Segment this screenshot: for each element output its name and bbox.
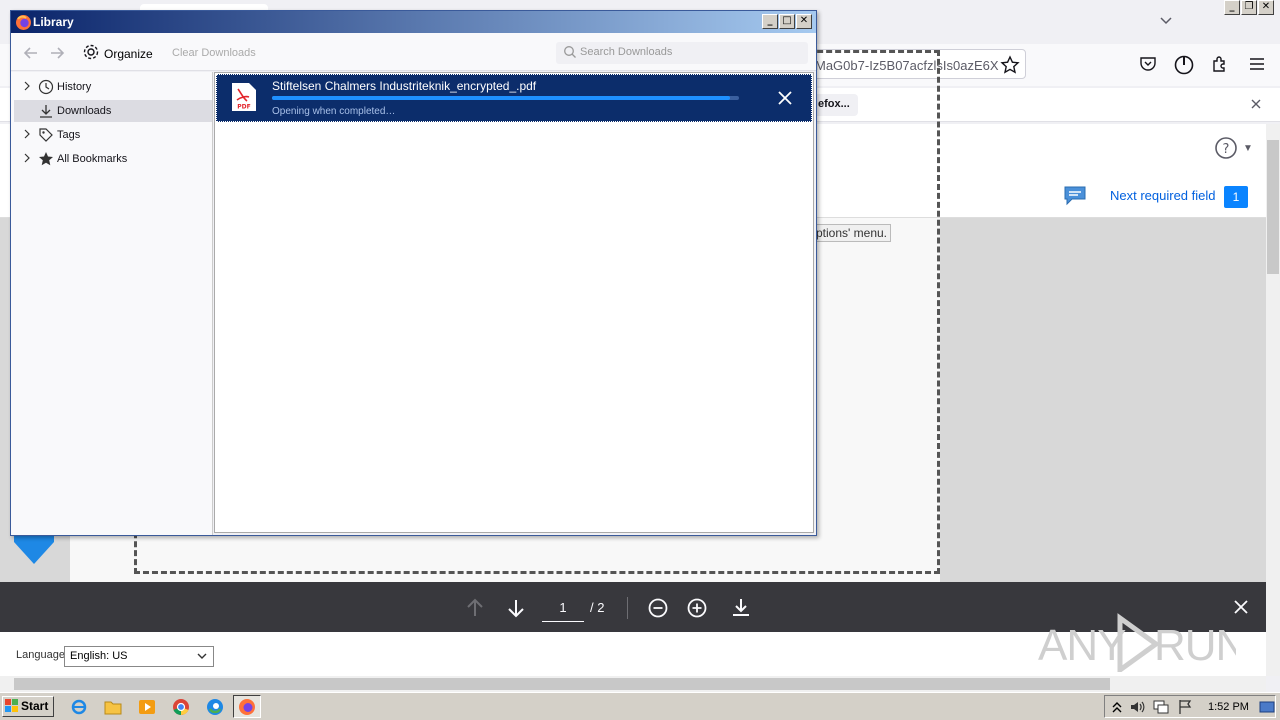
- sidebar-item-label: History: [57, 81, 92, 93]
- svg-text:ANY: ANY: [1038, 621, 1126, 670]
- horizontal-scrollbar-thumb[interactable]: [14, 678, 1110, 690]
- firefox-icon: [238, 698, 256, 716]
- library-maximize-button[interactable]: □: [779, 14, 795, 29]
- comment-icon[interactable]: [1062, 184, 1088, 206]
- minimize-button[interactable]: _: [1224, 0, 1240, 15]
- watermark-logo: ANY RUN: [1036, 612, 1247, 675]
- clear-downloads-button[interactable]: Clear Downloads: [172, 47, 256, 59]
- tab-list-chevron-icon[interactable]: [1158, 12, 1174, 28]
- action-center-flag-icon[interactable]: [1176, 698, 1194, 716]
- page-total-label: / 2: [590, 600, 605, 615]
- page-number-input[interactable]: 1: [542, 596, 584, 622]
- taskbar-clock[interactable]: 1:52 PM: [1208, 701, 1249, 713]
- sidebar-item-downloads[interactable]: Downloads: [14, 100, 212, 122]
- sidebar-item-tags[interactable]: Tags: [14, 124, 212, 146]
- show-hidden-icons-icon[interactable]: [1110, 698, 1128, 716]
- next-page-icon[interactable]: [504, 596, 528, 620]
- organize-button[interactable]: Organize: [104, 47, 153, 61]
- notification-close-icon[interactable]: [1248, 96, 1264, 112]
- taskbar: [0, 692, 1280, 720]
- volume-icon[interactable]: [1128, 698, 1146, 716]
- download-filename: Stiftelsen Chalmers Industriteknik_encry…: [272, 79, 537, 93]
- required-field-count-badge: 1: [1224, 186, 1248, 208]
- internet-explorer-icon[interactable]: [70, 698, 88, 716]
- sidebar-item-all-bookmarks[interactable]: All Bookmarks: [14, 148, 212, 170]
- language-label: Language: [16, 649, 65, 661]
- bookmark-star-icon[interactable]: [1000, 55, 1020, 75]
- restore-button[interactable]: ❐: [1241, 0, 1257, 15]
- forward-arrow-icon[interactable]: [48, 44, 66, 62]
- language-select-value: English: US: [70, 650, 128, 662]
- windows-logo-icon: [5, 699, 19, 713]
- language-select[interactable]: English: US: [64, 646, 214, 667]
- pdf-icon-label: PDF: [237, 104, 250, 111]
- edge-icon[interactable]: [206, 698, 224, 716]
- gear-icon[interactable]: [82, 43, 100, 61]
- sidebar-item-label: Downloads: [57, 105, 112, 117]
- search-icon: [563, 45, 577, 59]
- firefox-icon: [15, 14, 32, 31]
- library-close-button[interactable]: ✕: [796, 14, 812, 29]
- expand-arrow-icon[interactable]: [22, 153, 32, 163]
- expand-arrow-icon[interactable]: [22, 129, 32, 139]
- download-pdf-icon[interactable]: [729, 596, 753, 620]
- media-player-icon[interactable]: [138, 698, 156, 716]
- cancel-download-icon[interactable]: [776, 89, 794, 107]
- zoom-out-icon[interactable]: [646, 596, 670, 620]
- back-arrow-icon[interactable]: [22, 44, 40, 62]
- extensions-icon[interactable]: [1210, 54, 1230, 74]
- sidebar-item-label: Tags: [57, 129, 81, 141]
- browser-window-controls: _ ❐ ✕: [1224, 0, 1280, 17]
- library-window-controls: _ □ ✕: [762, 14, 812, 29]
- tag-icon: [38, 127, 54, 143]
- vertical-scrollbar-thumb[interactable]: [1267, 140, 1279, 274]
- svg-text:?: ?: [1223, 142, 1230, 157]
- library-title: Library: [33, 15, 74, 29]
- show-desktop-icon[interactable]: [1258, 698, 1276, 716]
- network-icon[interactable]: [1152, 698, 1170, 716]
- previous-page-icon[interactable]: [463, 596, 487, 620]
- sidebar-item-history[interactable]: History: [14, 76, 212, 98]
- pdf-file-icon: PDF: [231, 82, 257, 112]
- star-icon: [38, 151, 54, 167]
- next-required-field-link[interactable]: Next required field: [1110, 188, 1216, 203]
- library-minimize-button[interactable]: _: [762, 14, 778, 29]
- chevron-down-icon[interactable]: [196, 650, 208, 662]
- help-icon[interactable]: ?: [1214, 136, 1238, 160]
- chrome-icon[interactable]: [172, 698, 190, 716]
- svg-text:RUN: RUN: [1154, 621, 1236, 670]
- menu-icon[interactable]: [1247, 54, 1267, 74]
- sidebar-item-label: All Bookmarks: [57, 153, 128, 165]
- bookmark-marker-icon: [12, 534, 56, 566]
- zoom-in-icon[interactable]: [685, 596, 709, 620]
- close-button[interactable]: ✕: [1258, 0, 1274, 15]
- file-explorer-icon[interactable]: [104, 698, 122, 716]
- clock-icon: [38, 79, 54, 95]
- search-downloads-input[interactable]: Search Downloads: [556, 42, 808, 64]
- downloads-list: [214, 72, 814, 533]
- start-label: Start: [21, 699, 49, 713]
- toolbar-divider: [627, 597, 628, 619]
- account-icon[interactable]: [1173, 54, 1194, 75]
- pocket-icon[interactable]: [1138, 54, 1158, 74]
- library-titlebar: [11, 11, 816, 33]
- download-icon: [38, 103, 54, 119]
- help-dropdown-chevron-icon[interactable]: ▼: [1243, 143, 1253, 154]
- download-progress-fill: [272, 96, 730, 100]
- download-status: Opening when completed…: [272, 106, 396, 117]
- expand-arrow-icon[interactable]: [22, 81, 32, 91]
